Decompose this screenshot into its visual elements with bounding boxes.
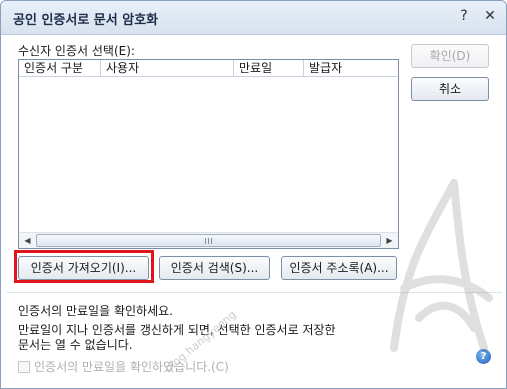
dialog-title: 공인 인증서로 문서 암호화 (13, 13, 159, 28)
ok-button[interactable]: 확인(D) (411, 44, 489, 68)
address-book-button[interactable]: 인증서 주소록(A)... (281, 256, 397, 280)
import-certificate-button[interactable]: 인증서 가져오기(I)... (18, 256, 149, 280)
scroll-thumb[interactable] (36, 234, 381, 247)
cancel-button[interactable]: 취소 (411, 77, 489, 101)
column-cert-type[interactable]: 인증서 구분 (19, 60, 101, 77)
column-user[interactable]: 사용자 (101, 60, 234, 77)
title-bar: 공인 인증서로 문서 암호화 ? ✕ (1, 1, 506, 35)
encrypt-dialog: 공인 인증서로 문서 암호화 ? ✕ 수신자 인증서 선택(E): 인증서 구분… (0, 0, 507, 389)
signature-watermark (390, 179, 493, 352)
warning-line-2: 문서는 열 수 없습니다. (18, 338, 133, 352)
expiry-check-message: 인증서의 만료일을 확인하세요. (18, 304, 173, 318)
search-certificate-button[interactable]: 인증서 검색(S)... (159, 256, 270, 280)
close-button[interactable]: ✕ (479, 6, 501, 26)
certificate-list[interactable]: 인증서 구분 사용자 만료일 발급자 ◀ ▶ (18, 59, 399, 249)
horizontal-scrollbar[interactable]: ◀ ▶ (19, 232, 398, 248)
recipient-label: 수신자 인증서 선택(E): (18, 44, 135, 58)
left-arrow-icon[interactable]: ◀ (20, 234, 35, 247)
grip-icon (205, 238, 214, 244)
list-header: 인증서 구분 사용자 만료일 발급자 (19, 60, 398, 77)
confirm-expiry-checkbox-row[interactable]: 인증서의 만료일을 확인하였습니다.(C) (18, 358, 229, 375)
help-title-button[interactable]: ? (453, 6, 475, 26)
column-issuer[interactable]: 발급자 (304, 60, 398, 77)
column-expiry[interactable]: 만료일 (234, 60, 304, 77)
confirm-expiry-checkbox[interactable] (18, 361, 30, 373)
dialog-body: 수신자 인증서 선택(E): 인증서 구분 사용자 만료일 발급자 ◀ ▶ 확인… (6, 35, 502, 385)
confirm-expiry-label: 인증서의 만료일을 확인하였습니다.(C) (34, 360, 229, 374)
